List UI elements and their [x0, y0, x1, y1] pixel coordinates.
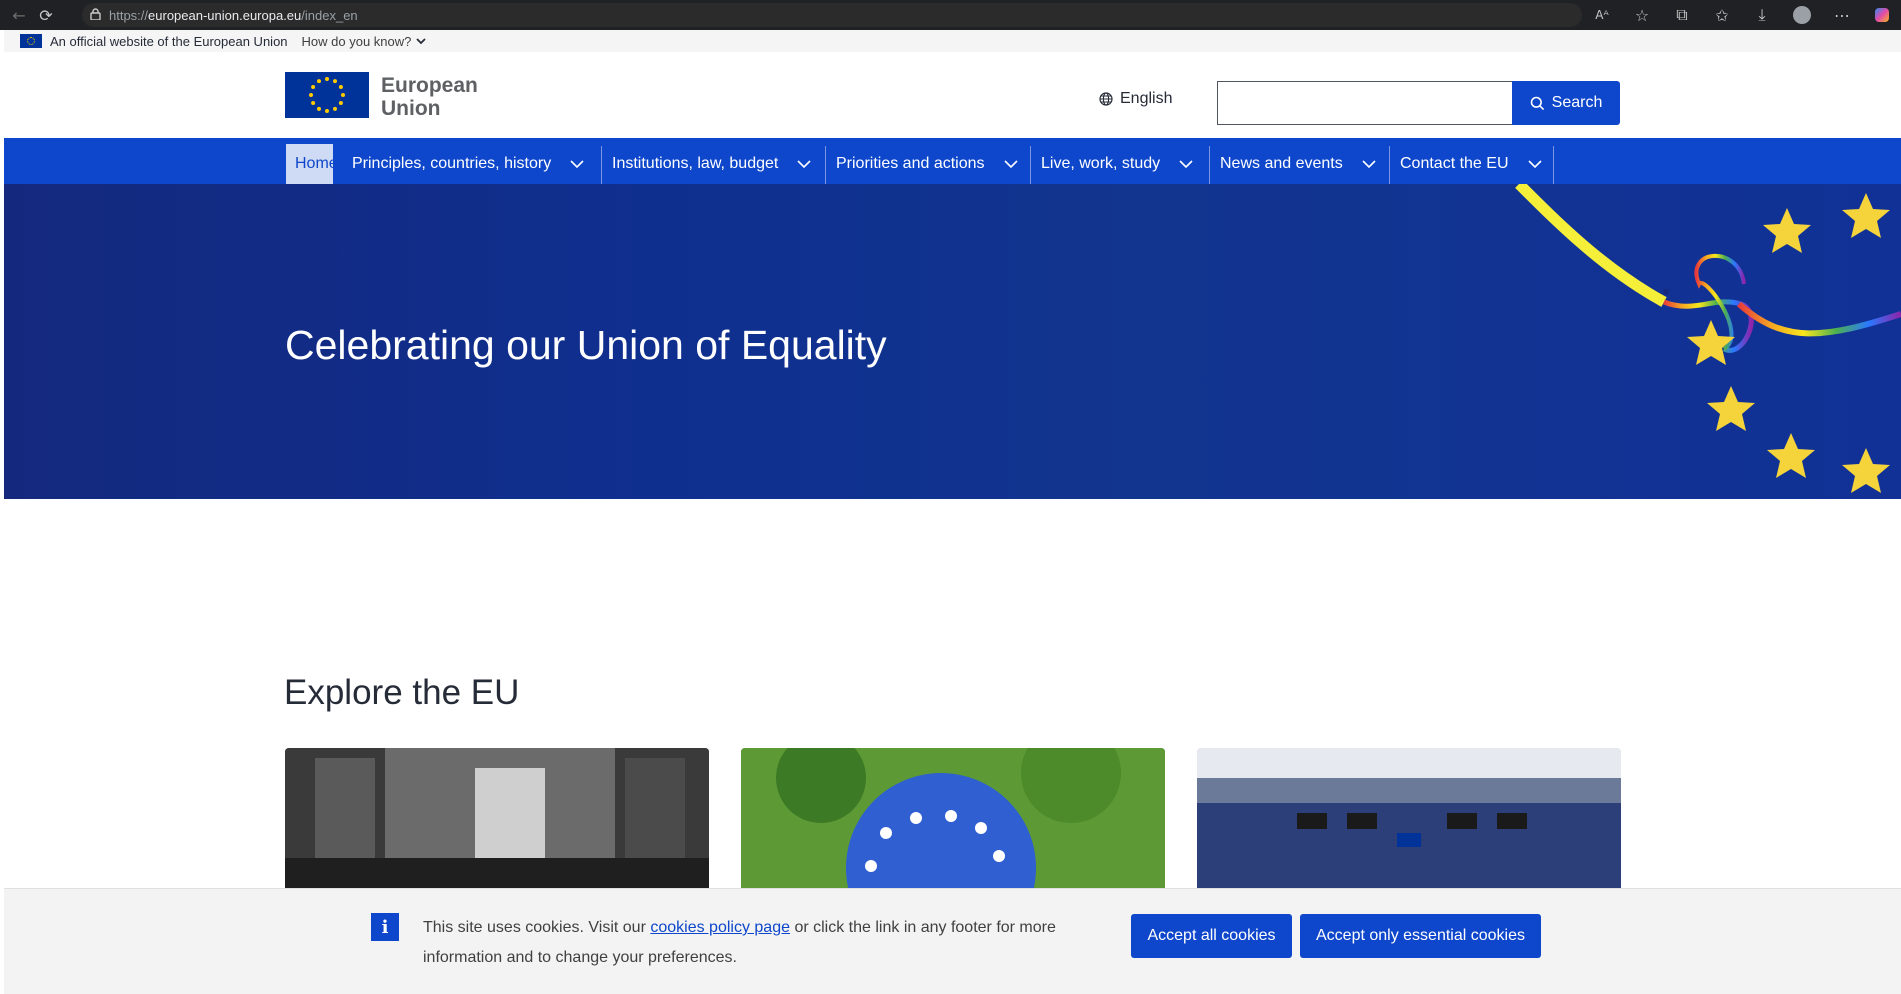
more-menu-icon[interactable]: ⋯	[1831, 4, 1853, 26]
extensions-icon[interactable]: ⧉	[1671, 4, 1693, 26]
card-image-crowd-eu-flag-photo	[741, 748, 1165, 888]
favorites-icon[interactable]: ✩	[1711, 4, 1733, 26]
cookie-text-before: This site uses cookies. Visit our	[423, 919, 651, 936]
nav-home[interactable]: Home	[286, 144, 338, 184]
globe-icon	[1099, 92, 1113, 106]
nav-item-label: Contact the EU	[1400, 155, 1509, 172]
nav-item-label: Priorities and actions	[836, 155, 985, 172]
profile-icon[interactable]	[1791, 4, 1813, 26]
language-label: English	[1120, 90, 1173, 107]
chevron-down-icon	[416, 38, 427, 45]
hero-banner: Celebrating our Union of Equality	[4, 184, 1901, 499]
chevron-down-icon	[797, 160, 811, 169]
logo-text[interactable]: European Union	[381, 74, 478, 120]
read-aloud-icon[interactable]: Aᴬ	[1591, 4, 1613, 26]
cookie-consent-banner: i This site uses cookies. Visit our cook…	[4, 888, 1901, 994]
eu-stars-icon	[309, 77, 345, 113]
reload-icon[interactable]: ⟳	[35, 4, 57, 26]
explore-card-institutions[interactable]	[1197, 748, 1621, 888]
nav-separator	[825, 146, 826, 184]
explore-title: Explore the EU	[284, 673, 520, 712]
chevron-down-icon	[1003, 160, 1018, 169]
official-text: An official website of the European Unio…	[50, 33, 288, 49]
nav-item-label: Institutions, law, budget	[612, 155, 779, 172]
nav-separator	[601, 146, 602, 184]
search-button[interactable]: Search	[1512, 81, 1620, 125]
nav-news-and-events[interactable]: News and events	[1211, 144, 1389, 184]
search-button-label: Search	[1551, 94, 1603, 111]
eu-logo[interactable]	[285, 72, 369, 118]
nav-contact-the-eu[interactable]: Contact the EU	[1391, 144, 1553, 184]
cookie-message: This site uses cookies. Visit our cookie…	[423, 913, 1083, 973]
nav-principles-countries-history[interactable]: Principles, countries, history	[343, 144, 600, 184]
nav-separator	[1389, 146, 1390, 184]
nav-item-label: Principles, countries, history	[352, 155, 552, 172]
nav-separator	[1209, 146, 1210, 184]
how-do-you-know-toggle[interactable]: How do you know?	[302, 34, 428, 49]
url-path: /index_en	[301, 7, 358, 23]
chevron-down-icon	[1527, 160, 1542, 169]
official-eu-banner: An official website of the European Unio…	[4, 30, 1901, 52]
nav-priorities-and-actions[interactable]: Priorities and actions	[827, 144, 1030, 184]
chevron-down-icon	[570, 160, 584, 169]
download-icon[interactable]: ⤓	[1751, 4, 1773, 26]
chevron-down-icon	[1362, 160, 1376, 169]
logo-line-2: Union	[381, 97, 441, 120]
nav-live-work-study[interactable]: Live, work, study	[1032, 144, 1209, 184]
url-protocol: https://	[109, 7, 149, 23]
card-image-history-photo	[285, 748, 709, 888]
nav-separator	[1553, 146, 1554, 184]
logo-line-1: European	[381, 74, 478, 97]
search-input[interactable]	[1217, 81, 1513, 125]
nav-item-label: News and events	[1220, 155, 1343, 172]
nav-separator	[1030, 146, 1031, 184]
accept-essential-cookies-button[interactable]: Accept only essential cookies	[1300, 914, 1541, 958]
nav-institutions-law-budget[interactable]: Institutions, law, budget	[603, 144, 825, 184]
site-header: European Union English Search	[4, 52, 1901, 138]
how-do-you-know-label: How do you know?	[301, 33, 412, 49]
back-icon[interactable]: ←	[8, 4, 30, 26]
eu-flag-icon	[20, 34, 42, 48]
accept-all-cookies-button[interactable]: Accept all cookies	[1131, 914, 1292, 958]
card-image-parliament-chamber-photo	[1197, 748, 1621, 888]
hero-stars-ribbon-illustration	[1515, 184, 1901, 493]
explore-card-countries[interactable]	[741, 748, 1165, 888]
cookies-policy-link[interactable]: cookies policy page	[650, 919, 790, 936]
chevron-down-icon	[1179, 160, 1193, 169]
address-bar[interactable]: https://european-union.europa.eu/index_e…	[82, 3, 1582, 27]
nav-home-label: Home	[295, 155, 338, 172]
url-domain: european-union.europa.eu	[148, 7, 302, 23]
info-icon: i	[371, 913, 399, 941]
explore-card-history[interactable]	[285, 748, 709, 888]
language-selector[interactable]: English	[1099, 90, 1172, 108]
favorite-star-icon[interactable]: ☆	[1631, 4, 1653, 26]
main-navigation: Home Principles, countries, history Inst…	[4, 138, 1901, 184]
lock-icon	[90, 7, 101, 23]
search-icon	[1530, 96, 1544, 110]
copilot-icon[interactable]	[1871, 4, 1893, 26]
browser-toolbar: ← ⟳ https://european-union.europa.eu/ind…	[0, 0, 1901, 30]
nav-item-label: Live, work, study	[1041, 155, 1161, 172]
